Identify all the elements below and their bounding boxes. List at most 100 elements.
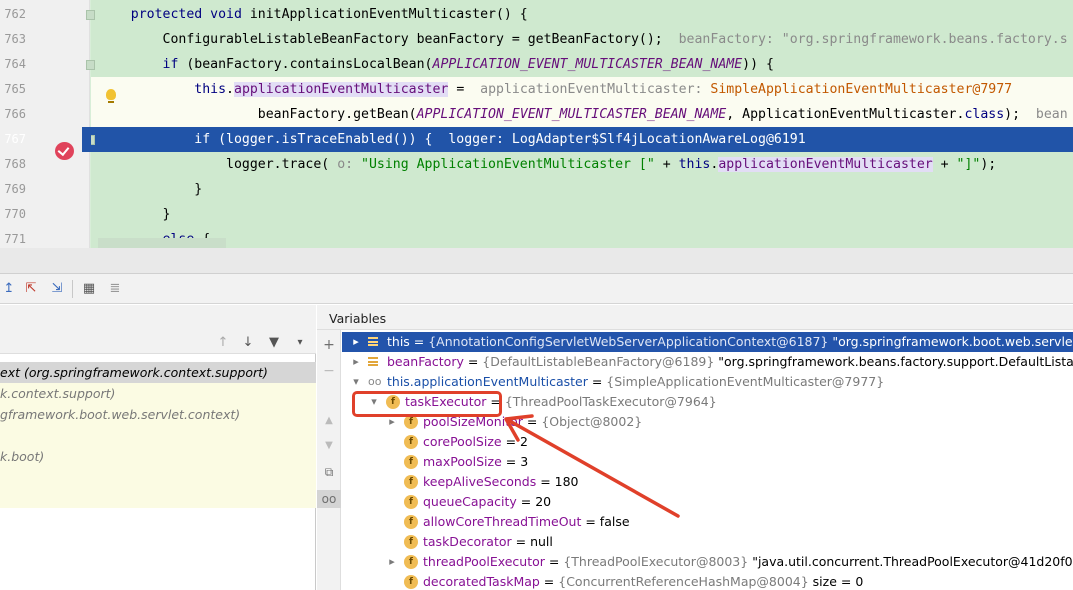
variable-type: {SimpleApplicationEventMulticaster@7977} <box>606 374 885 389</box>
variable-row[interactable]: ▸ f threadPoolExecutor = {ThreadPoolExecut… <box>342 552 1073 572</box>
trace-stream-icon[interactable]: ≣ <box>106 280 124 298</box>
variable-equals: = <box>511 534 531 549</box>
code-line[interactable]: if (beanFactory.containsLocalBean(APPLIC… <box>91 52 1073 77</box>
code-line[interactable]: this.applicationEventMulticaster = appli… <box>91 77 1073 102</box>
variable-row[interactable]: f decoratedTaskMap = {ConcurrentReference… <box>342 572 1073 590</box>
arrow-up-icon[interactable]: ↑ <box>215 335 231 351</box>
variable-row[interactable]: f maxPoolSize = 3 <box>342 452 1073 472</box>
move-down-icon[interactable]: ▼ <box>317 437 341 455</box>
variable-name: corePoolSize <box>423 434 502 449</box>
variable-row[interactable]: f taskDecorator = null <box>342 532 1073 552</box>
line-number: 769 <box>4 182 26 196</box>
code-token: beanFactory.getBean( <box>99 107 417 122</box>
move-up-icon[interactable]: ▲ <box>317 412 341 430</box>
code-line[interactable]: beanFactory.getBean(APPLICATION_EVENT_MU… <box>91 102 1073 127</box>
variable-row[interactable]: f keepAliveSeconds = 180 <box>342 472 1073 492</box>
field-icon: f <box>404 535 418 549</box>
variable-name: decoratedTaskMap <box>423 574 540 589</box>
variable-equals: = <box>409 334 429 349</box>
variable-row[interactable]: ▸ beanFactory = {DefaultListableBeanFacto… <box>342 352 1073 372</box>
debug-toolbar: ↥ ⇱ ⇲ ▦ ≣ <box>0 274 1073 304</box>
variable-equals: = <box>516 494 536 509</box>
frame-row[interactable]: ext (org.springframework.context.support… <box>0 362 316 383</box>
frame-row[interactable] <box>0 425 316 446</box>
variable-row[interactable]: ▸ this = {AnnotationConfigServletWebServe… <box>342 332 1073 352</box>
variable-equals: = <box>463 354 483 369</box>
add-watch-icon[interactable]: + <box>317 336 341 354</box>
line-number: 763 <box>4 32 26 46</box>
code-token: logger.trace( <box>99 157 338 172</box>
line-number: 764 <box>4 57 26 71</box>
frame-row[interactable]: k.boot) <box>0 446 316 467</box>
copy-icon[interactable]: ⧉ <box>317 463 341 481</box>
code-token: + <box>932 157 957 172</box>
code-token: applicationEventMulticaster <box>718 157 933 172</box>
code-token: } <box>99 182 203 197</box>
variable-type: {ConcurrentReferenceHashMap@8004} <box>558 574 809 589</box>
step-out-icon[interactable]: ↥ <box>0 280 18 298</box>
variable-name: taskDecorator <box>423 534 512 549</box>
code-line[interactable]: logger.trace( o: "Using ApplicationEvent… <box>91 152 1073 177</box>
breakpoint-icon[interactable] <box>55 142 74 160</box>
variable-row[interactable]: ▾ oo this.applicationEventMulticaster = {S… <box>342 372 1073 392</box>
variable-text: beanFactory = {DefaultListableBeanFactor… <box>387 352 1073 372</box>
arrow-down-icon[interactable]: ↓ <box>240 335 256 351</box>
variable-name: allowCoreThreadTimeOut <box>423 514 582 529</box>
expand-arrow-closed-icon[interactable]: ▸ <box>350 332 362 352</box>
field-icon: f <box>404 475 418 489</box>
frame-row[interactable]: k.context.support) <box>0 383 316 404</box>
chevron-down-icon[interactable]: ▾ <box>292 335 308 351</box>
fold-marker-icon[interactable] <box>86 10 95 20</box>
evaluate-table-icon[interactable]: ▦ <box>80 280 98 298</box>
code-token: initApplicationEventMulticaster() { <box>249 7 528 22</box>
watches-glasses-icon[interactable]: oo <box>317 490 341 508</box>
code-line[interactable]: protected void initApplicationEventMulti… <box>91 2 1073 27</box>
line-number: 771 <box>4 232 26 246</box>
code-line[interactable]: else { <box>91 227 1073 248</box>
expand-arrow-closed-icon[interactable]: ▸ <box>386 552 398 572</box>
variable-equals: = <box>501 454 521 469</box>
annotation-highlight-box <box>352 391 502 417</box>
variables-panel: Variables + − ▲ ▼ ⧉ oo ▸ this = {Annotati… <box>317 305 1073 590</box>
variable-row[interactable]: f queueCapacity = 20 <box>342 492 1073 512</box>
expand-arrow-open-icon[interactable]: ▾ <box>350 372 362 392</box>
code-area[interactable]: protected void initApplicationEventMulti… <box>91 0 1073 248</box>
variable-value: 180 <box>554 474 579 489</box>
code-token: + <box>654 157 679 172</box>
object-list-icon <box>368 357 378 366</box>
variable-value: "org.springframework.boot.web.servlet.co… <box>832 334 1073 349</box>
code-line[interactable]: if (logger.isTraceEnabled()) { logger: L… <box>91 127 1073 152</box>
variable-type: {DefaultListableBeanFactory@6189} <box>482 354 715 369</box>
frame-row[interactable]: gframework.boot.web.servlet.context) <box>0 404 316 425</box>
variable-row[interactable]: f allowCoreThreadTimeOut = false <box>342 512 1073 532</box>
drop-frame-icon[interactable]: ⇱ <box>22 280 40 298</box>
code-token: = <box>448 82 481 97</box>
code-token: protected void <box>130 7 250 22</box>
variable-text: corePoolSize = 2 <box>423 432 528 452</box>
lightbulb-icon[interactable] <box>106 89 116 103</box>
variable-row[interactable]: f corePoolSize = 2 <box>342 432 1073 452</box>
code-line[interactable]: ConfigurableListableBeanFactory beanFact… <box>91 27 1073 52</box>
code-line[interactable]: } <box>91 202 1073 227</box>
expand-arrow-closed-icon[interactable]: ▸ <box>350 352 362 372</box>
frame-row[interactable] <box>0 467 316 488</box>
code-line[interactable]: } <box>91 177 1073 202</box>
variable-value: 2 <box>520 434 528 449</box>
run-to-cursor-icon[interactable]: ⇲ <box>48 280 66 298</box>
editor-gutter[interactable]: 762 763 764 765 766 767 768 769 770 771 <box>0 0 90 248</box>
fold-marker-icon[interactable] <box>86 60 95 70</box>
variable-equals: = <box>522 414 542 429</box>
variable-value: 3 <box>520 454 529 469</box>
variable-equals: = <box>501 434 521 449</box>
toolbar-separator <box>72 280 73 298</box>
code-token: "Using ApplicationEventMulticaster [" <box>361 157 655 172</box>
code-token: logger: LogAdapter$Slf4jLocationAwareLog… <box>448 132 806 147</box>
code-editor[interactable]: 762 763 764 765 766 767 768 769 770 771 protected… <box>0 0 1073 248</box>
remove-watch-icon[interactable]: − <box>317 362 341 380</box>
variable-type: {ThreadPoolTaskExecutor@7964} <box>504 394 717 409</box>
variable-value: "org.springframework.beans.factory.suppo… <box>718 354 1073 369</box>
code-token: , ApplicationEventMulticaster. <box>726 107 965 122</box>
filter-icon[interactable]: ▼ <box>266 335 282 351</box>
